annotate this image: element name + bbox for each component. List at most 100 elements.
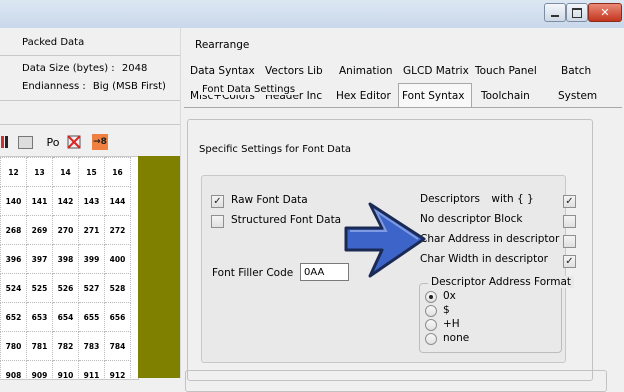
grid-cell[interactable]: 781 (26, 331, 53, 361)
radio-plus-h-label: +H (443, 318, 460, 330)
shift-8-button[interactable]: →8 (92, 134, 108, 150)
descriptor-address-format-title: Descriptor Address Format (428, 276, 575, 288)
tab-rearrange[interactable]: Rearrange (195, 39, 249, 51)
grid-row: 780 781 782 783 784 (0, 331, 131, 361)
left-panel: Packed Data Data Size (bytes) : 2048 End… (0, 28, 181, 380)
minimize-button[interactable] (544, 3, 566, 22)
grid-cell[interactable]: 780 (0, 331, 27, 361)
grid-row: 140 141 142 143 144 (0, 186, 131, 216)
grid-cell[interactable]: 143 (78, 186, 105, 216)
grid-row: 524 525 526 527 528 (0, 273, 131, 303)
grid-cell[interactable]: 525 (26, 273, 53, 303)
grid-cell[interactable]: 784 (104, 331, 131, 361)
grid-cell[interactable]: 16 (104, 157, 131, 187)
close-icon: ✕ (600, 6, 610, 19)
maximize-button[interactable] (566, 3, 588, 22)
divider (0, 124, 180, 125)
grid-cell[interactable]: 140 (0, 186, 27, 216)
grid-cell[interactable]: 909 (26, 360, 53, 379)
grid-cell[interactable]: 141 (26, 186, 53, 216)
structured-font-data-checkbox[interactable] (211, 215, 224, 228)
char-width-checkbox[interactable]: ✓ (563, 255, 576, 268)
grid-cell[interactable]: 526 (52, 273, 79, 303)
no-descriptor-block-checkbox[interactable] (563, 215, 576, 228)
divider (0, 100, 180, 101)
tab-touch-panel[interactable]: Touch Panel (475, 65, 537, 77)
edit-icon[interactable] (0, 134, 8, 150)
tab-batch[interactable]: Batch (561, 65, 591, 77)
font-data-settings-title: Font Data Settings (198, 84, 300, 95)
grid-cell[interactable]: 399 (78, 244, 105, 274)
char-address-checkbox[interactable] (563, 235, 576, 248)
grid-cell[interactable]: 528 (104, 273, 131, 303)
grid-cell[interactable]: 400 (104, 244, 131, 274)
grid-cell[interactable]: 272 (104, 215, 131, 245)
grid-row: 12 13 14 15 16 (0, 157, 131, 187)
data-grid[interactable]: 12 13 14 15 16 140 141 142 143 144 268 269 270 271 272… (0, 156, 139, 380)
radio-none[interactable] (425, 333, 437, 345)
arrow-right-icon (344, 202, 426, 278)
grid-cell[interactable]: 142 (52, 186, 79, 216)
grid-cell[interactable]: 783 (78, 331, 105, 361)
tab-data-syntax[interactable]: Data Syntax (190, 65, 255, 77)
packed-data-title: Packed Data (22, 37, 85, 48)
grid-cell[interactable]: 656 (104, 302, 131, 332)
tab-hex-editor[interactable]: Hex Editor (336, 90, 391, 102)
grid-cell[interactable]: 398 (52, 244, 79, 274)
tab-glcd-matrix[interactable]: GLCD Matrix (403, 65, 469, 77)
data-size-value: 2048 (121, 63, 148, 74)
grid-cell[interactable]: 911 (78, 360, 105, 379)
po-button[interactable]: Po (44, 134, 62, 150)
tab-vectors-lib[interactable]: Vectors Lib (265, 65, 323, 77)
grid-cell[interactable]: 12 (0, 157, 27, 187)
endianness-row: Endianness : Big (MSB First) (22, 81, 166, 92)
image-icon[interactable] (17, 134, 33, 150)
raw-font-data-checkbox[interactable]: ✓ (211, 195, 224, 208)
char-width-label: Char Width in descriptor (420, 253, 548, 265)
tab-font-syntax[interactable]: Font Syntax (402, 90, 465, 102)
check-icon: ✓ (565, 255, 574, 267)
grid-cell[interactable]: 397 (26, 244, 53, 274)
grid-cell[interactable]: 782 (52, 331, 79, 361)
grid-row: 652 653 654 655 656 (0, 302, 131, 332)
descriptors-checkbox[interactable]: ✓ (563, 195, 576, 208)
grid-cell[interactable]: 271 (78, 215, 105, 245)
grid-cell[interactable]: 654 (52, 302, 79, 332)
grid-cell[interactable]: 268 (0, 215, 27, 245)
grid-row: 268 269 270 271 272 (0, 215, 131, 245)
tab-animation[interactable]: Animation (339, 65, 393, 77)
preview-panel (138, 156, 180, 378)
grid-cell[interactable]: 908 (0, 360, 27, 379)
grid-cell[interactable]: 270 (52, 215, 79, 245)
grid-cell[interactable]: 910 (52, 360, 79, 379)
radio-plus-h[interactable] (425, 319, 437, 331)
tab-system[interactable]: System (558, 90, 597, 102)
minimize-icon (551, 14, 559, 17)
radio-0x[interactable] (425, 291, 437, 303)
descriptors-text: Descriptors (420, 193, 481, 205)
grid-cell[interactable]: 144 (104, 186, 131, 216)
radio-dollar[interactable] (425, 305, 437, 317)
grid-cell[interactable]: 653 (26, 302, 53, 332)
grid-cell[interactable]: 13 (26, 157, 53, 187)
grid-cell[interactable]: 15 (78, 157, 105, 187)
close-button[interactable]: ✕ (588, 3, 622, 22)
grid-cell[interactable]: 912 (104, 360, 131, 379)
grid-cell[interactable]: 527 (78, 273, 105, 303)
grid-cell[interactable]: 396 (0, 244, 27, 274)
tab-toolchain[interactable]: Toolchain (481, 90, 530, 102)
grid-table: 12 13 14 15 16 140 141 142 143 144 268 269 270 271 272… (0, 157, 131, 379)
grid-row: 908 909 910 911 912 (0, 360, 131, 379)
grid-cell[interactable]: 269 (26, 215, 53, 245)
grid-cell[interactable]: 524 (0, 273, 27, 303)
grid-cell[interactable]: 652 (0, 302, 27, 332)
grid-row: 396 397 398 399 400 (0, 244, 131, 274)
char-address-label: Char Address in descriptor (420, 233, 560, 245)
endianness-value: Big (MSB First) (92, 81, 166, 92)
maximize-icon (572, 7, 582, 18)
descriptors-suffix: with { } (491, 193, 534, 205)
radio-none-label: none (443, 332, 470, 344)
grid-cell[interactable]: 14 (52, 157, 79, 187)
grid-cell[interactable]: 655 (78, 302, 105, 332)
no-grid-icon[interactable] (66, 134, 82, 150)
